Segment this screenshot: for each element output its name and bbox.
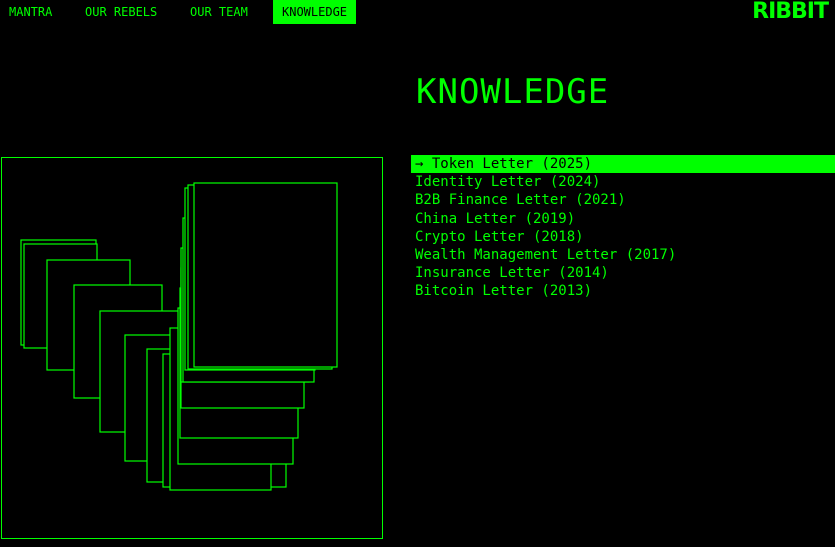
nav-item-mantra[interactable]: MANTRA [0,0,61,24]
stacked-documents-illustration [20,182,338,491]
letter-item-identity[interactable]: Identity Letter (2024) [411,173,835,191]
letter-item-wealth-management[interactable]: Wealth Management Letter (2017) [411,246,835,264]
letter-item-crypto[interactable]: Crypto Letter (2018) [411,228,835,246]
letter-item-bitcoin[interactable]: Bitcoin Letter (2013) [411,282,835,300]
nav-item-knowledge[interactable]: KNOWLEDGE [273,0,357,24]
letters-list: → Token Letter (2025) Identity Letter (2… [411,155,835,301]
letters-illustration-frame [1,157,383,539]
letter-item-b2b-finance[interactable]: B2B Finance Letter (2021) [411,191,835,209]
nav-item-our-team[interactable]: OUR TEAM [181,0,257,24]
ribbit-logo[interactable]: RIBBIT [752,0,829,24]
letter-item-china[interactable]: China Letter (2019) [411,210,835,228]
letter-item-token[interactable]: → Token Letter (2025) [411,155,835,174]
document-sheet [193,182,338,368]
page-title: KNOWLEDGE [416,72,610,112]
nav-item-our-rebels[interactable]: OUR REBELS [76,0,166,24]
letter-item-insurance[interactable]: Insurance Letter (2014) [411,264,835,282]
